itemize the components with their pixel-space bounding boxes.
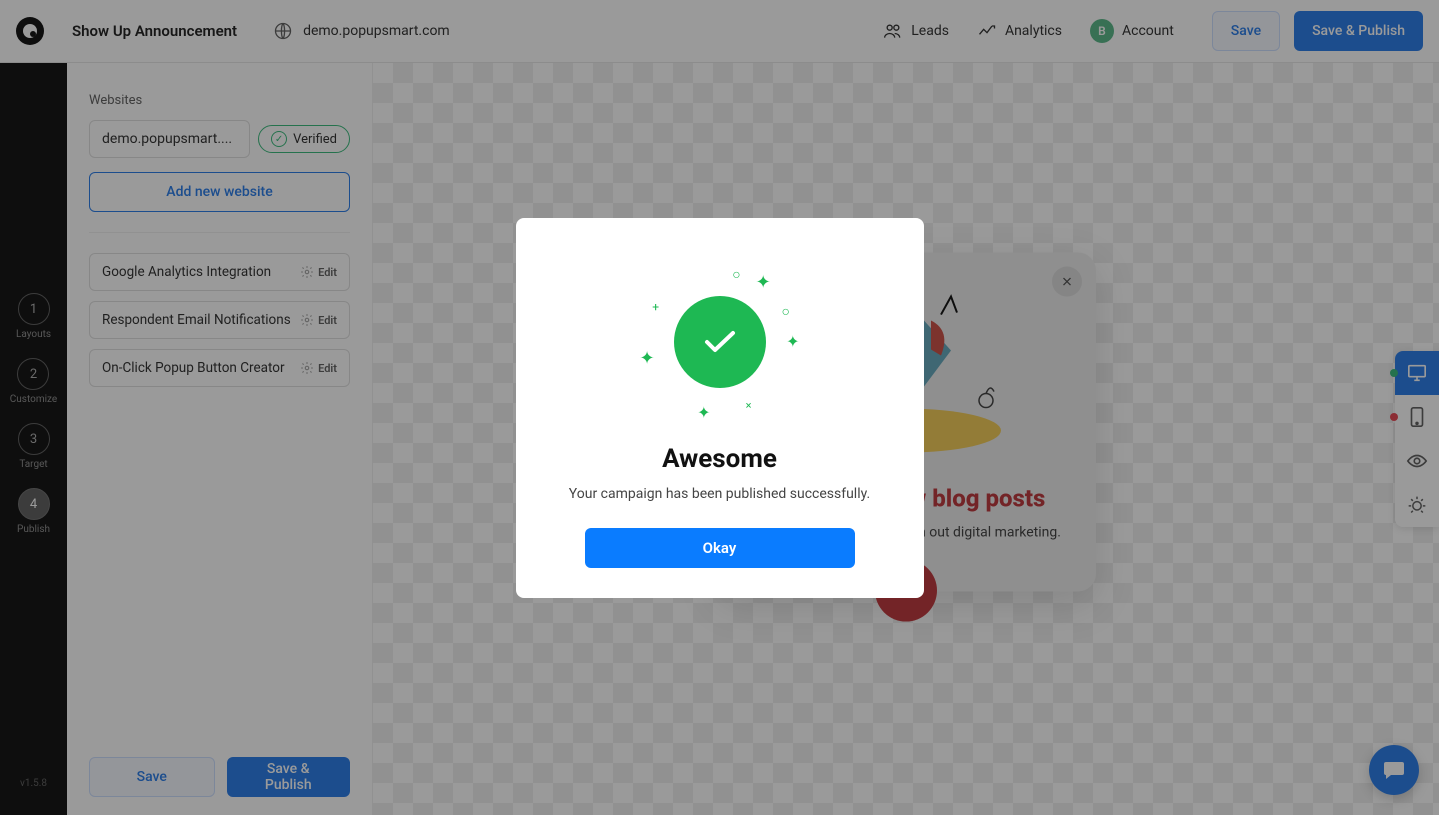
sparkle-icon: ○ [781, 303, 789, 320]
sparkle-icon: ○ [732, 266, 740, 283]
sparkle-icon: ✦ [697, 403, 710, 422]
modal-text: Your campaign has been published success… [546, 486, 894, 502]
okay-button[interactable]: Okay [585, 528, 855, 568]
sparkle-icon: + [652, 300, 659, 314]
check-circle-icon [674, 296, 766, 388]
sparkle-icon: × [746, 399, 752, 412]
modal-overlay[interactable]: ○ ✦ ✦ × ✦ ✦ + ○ Awesome Your campaign ha… [0, 0, 1439, 815]
sparkle-icon: ✦ [640, 348, 655, 369]
success-modal: ○ ✦ ✦ × ✦ ✦ + ○ Awesome Your campaign ha… [516, 218, 924, 598]
success-illustration: ○ ✦ ✦ × ✦ ✦ + ○ [640, 262, 800, 422]
modal-title: Awesome [546, 444, 894, 474]
sparkle-icon: ✦ [756, 272, 771, 293]
sparkle-icon: ✦ [786, 332, 799, 351]
